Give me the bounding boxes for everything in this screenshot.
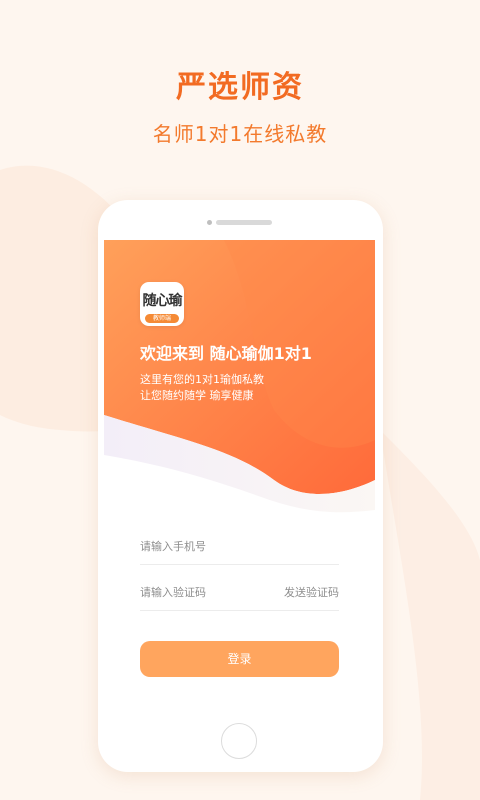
welcome-description-line1: 这里有您的1对1瑜伽私教 <box>140 373 264 386</box>
welcome-title: 欢迎来到 随心瑜伽1对1 <box>140 344 312 363</box>
phone-number-field[interactable]: 请输入手机号 <box>140 528 339 565</box>
phone-speaker <box>216 220 272 225</box>
send-code-button[interactable]: 发送验证码 <box>284 584 339 600</box>
phone-home-button <box>221 723 257 759</box>
app-logo-badge: 教师端 <box>145 314 179 323</box>
verification-code-placeholder: 请输入验证码 <box>140 586 206 599</box>
verification-code-field[interactable]: 请输入验证码 发送验证码 <box>140 574 339 611</box>
welcome-description-line2: 让您随约随学 瑜享健康 <box>140 389 254 402</box>
phone-screen: 随心瑜 教师端 欢迎来到 随心瑜伽1对1 这里有您的1对1瑜伽私教 让您随约随学… <box>104 240 375 723</box>
login-button[interactable]: 登录 <box>140 641 339 677</box>
phone-mockup: 随心瑜 教师端 欢迎来到 随心瑜伽1对1 这里有您的1对1瑜伽私教 让您随约随学… <box>98 200 383 772</box>
promo-headline: 严选师资 <box>176 70 304 105</box>
app-logo-text: 随心瑜 <box>142 293 183 309</box>
promo-subheadline: 名师1对1在线私教 <box>152 122 328 146</box>
app-logo: 随心瑜 教师端 <box>140 282 184 326</box>
phone-camera <box>207 220 212 225</box>
phone-number-placeholder: 请输入手机号 <box>140 540 206 553</box>
